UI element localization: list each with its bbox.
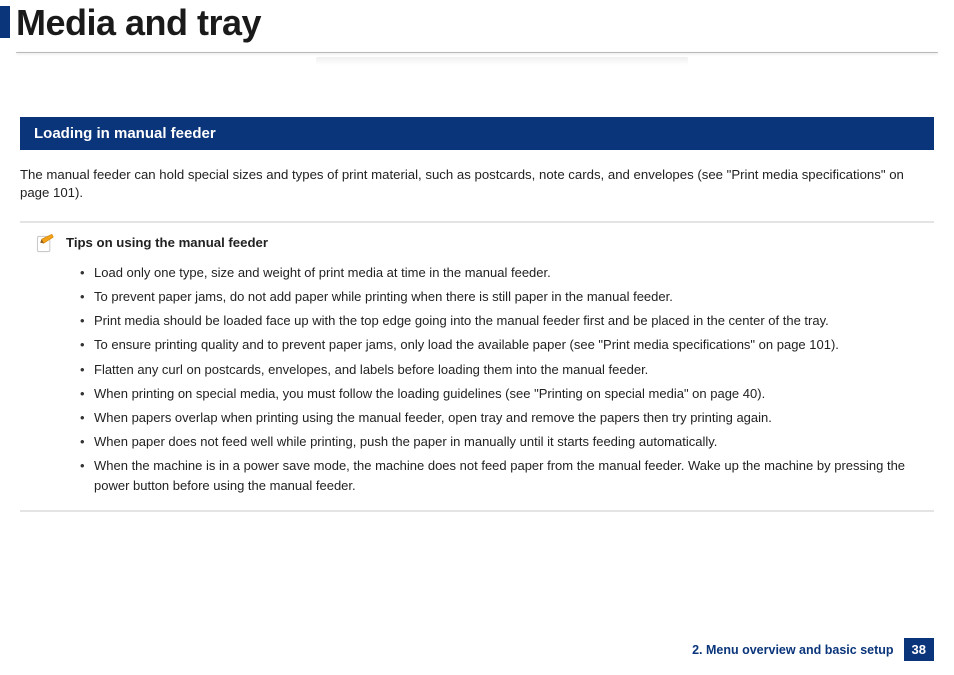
spacer bbox=[16, 65, 938, 117]
list-item: When printing on special media, you must… bbox=[80, 384, 920, 404]
list-item: To prevent paper jams, do not add paper … bbox=[80, 287, 920, 307]
list-item: Print media should be loaded face up wit… bbox=[80, 311, 920, 331]
list-item: Load only one type, size and weight of p… bbox=[80, 263, 920, 283]
page: Media and tray Loading in manual feeder … bbox=[0, 0, 954, 675]
list-item: When papers overlap when printing using … bbox=[80, 408, 920, 428]
tips-title: Tips on using the manual feeder bbox=[66, 235, 268, 250]
title-shadow bbox=[316, 57, 688, 65]
section-heading: Loading in manual feeder bbox=[20, 117, 934, 150]
page-number: 38 bbox=[904, 638, 934, 661]
tips-box: Tips on using the manual feeder Load onl… bbox=[20, 221, 934, 512]
list-item: When the machine is in a power save mode… bbox=[80, 456, 920, 496]
list-item: When paper does not feed well while prin… bbox=[80, 432, 920, 452]
tips-list: Load only one type, size and weight of p… bbox=[34, 263, 920, 496]
tips-header: Tips on using the manual feeder bbox=[34, 233, 920, 255]
title-block: Media and tray bbox=[16, 0, 938, 65]
title-rule bbox=[16, 52, 938, 53]
note-icon bbox=[34, 233, 56, 255]
title-accent-bar bbox=[0, 6, 10, 38]
list-item: Flatten any curl on postcards, envelopes… bbox=[80, 360, 920, 380]
list-item: To ensure printing quality and to preven… bbox=[80, 335, 920, 355]
chapter-label: 2. Menu overview and basic setup bbox=[692, 643, 893, 657]
intro-paragraph: The manual feeder can hold special sizes… bbox=[20, 166, 934, 203]
page-title: Media and tray bbox=[16, 2, 938, 44]
page-footer: 2. Menu overview and basic setup 38 bbox=[692, 638, 934, 661]
